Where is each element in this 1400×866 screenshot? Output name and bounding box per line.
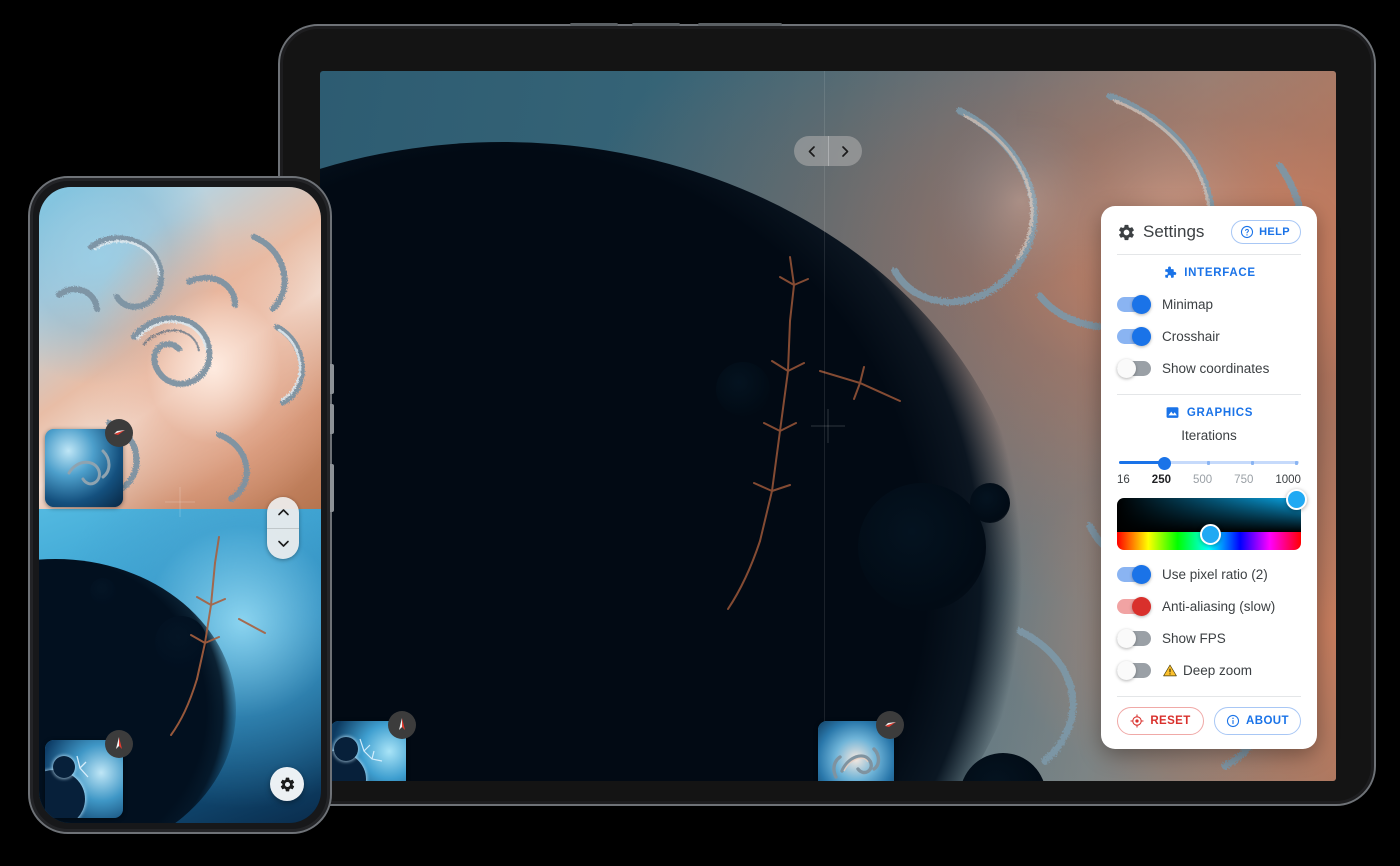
minimap-compass-badge — [105, 419, 133, 447]
tablet-top-button-2[interactable] — [632, 23, 680, 26]
toggle-minimap[interactable] — [1117, 294, 1151, 314]
phone-settings-button[interactable] — [270, 767, 304, 801]
tablet-top-button-1[interactable] — [570, 23, 618, 26]
settings-title: Settings — [1143, 222, 1205, 241]
actions-divider — [1117, 696, 1301, 697]
slider-tick-label-current: 250 — [1151, 474, 1171, 486]
reset-button[interactable]: RESET — [1117, 707, 1204, 735]
label-show-coordinates: Show coordinates — [1162, 360, 1270, 376]
setting-row-show-fps[interactable]: Show FPS — [1117, 622, 1301, 654]
gear-icon — [1119, 224, 1134, 240]
help-label: HELP — [1259, 226, 1290, 238]
phone-minimap-bottom[interactable] — [45, 730, 133, 818]
palette-color-picker[interactable] — [1117, 489, 1307, 550]
compass-needle-icon — [885, 722, 896, 727]
minimap-compass-badge — [876, 711, 904, 739]
slider-scale: 16 250 500 750 1000 — [1117, 474, 1301, 486]
target-icon — [1130, 714, 1144, 728]
setting-row-show-coordinates[interactable]: Show coordinates — [1117, 352, 1301, 384]
label-use-pixel-ratio: Use pixel ratio (2) — [1162, 566, 1268, 582]
phone-minimap-top[interactable] — [45, 419, 133, 507]
chevron-left-icon — [808, 145, 815, 157]
screenshot-root: Settings HELP INTERFACE Minimap Crosshai… — [0, 0, 1400, 866]
setting-row-use-pixel-ratio[interactable]: Use pixel ratio (2) — [1117, 558, 1301, 590]
slider-tick-label-min: 16 — [1117, 474, 1130, 486]
about-label: ABOUT — [1246, 715, 1289, 727]
palette-hue-handle[interactable] — [1199, 524, 1221, 545]
toggle-show-coordinates[interactable] — [1117, 358, 1151, 378]
interface-graphics-divider — [1117, 394, 1301, 395]
toggle-use-pixel-ratio[interactable] — [1117, 564, 1151, 584]
slider-thumb[interactable] — [1157, 456, 1171, 470]
toggle-show-fps[interactable] — [1117, 628, 1151, 648]
info-circle-icon — [1226, 714, 1240, 728]
toggle-deep-zoom[interactable] — [1117, 660, 1151, 680]
minimap-compass-badge — [388, 711, 416, 739]
label-deep-zoom: Deep zoom — [1183, 662, 1253, 678]
section-label-interface: INTERFACE — [1184, 266, 1256, 279]
tablet-top-button-3[interactable] — [698, 23, 782, 26]
about-button[interactable]: ABOUT — [1214, 707, 1301, 735]
tablet-navigation-pill — [794, 136, 862, 166]
slider-label-iterations: Iterations — [1181, 428, 1237, 443]
gear-icon — [280, 777, 294, 791]
iterations-slider[interactable] — [1119, 455, 1299, 471]
label-minimap: Minimap — [1162, 296, 1214, 312]
label-crosshair: Crosshair — [1162, 328, 1220, 344]
setting-row-anti-aliasing[interactable]: Anti-aliasing (slow) — [1117, 590, 1301, 622]
tablet-next-button[interactable] — [828, 136, 862, 166]
label-anti-aliasing: Anti-aliasing (slow) — [1162, 598, 1276, 614]
settings-panel: Settings HELP INTERFACE Minimap Crosshai… — [1101, 206, 1317, 749]
phone-device — [28, 176, 334, 834]
tablet-prev-button[interactable] — [794, 136, 828, 166]
settings-actions: RESET ABOUT — [1117, 707, 1301, 735]
label-show-fps: Show FPS — [1162, 630, 1226, 646]
chevron-down-icon — [277, 540, 289, 548]
minimap-compass-badge — [105, 730, 133, 758]
toggle-anti-aliasing[interactable] — [1117, 596, 1151, 616]
phone-power-button[interactable] — [330, 464, 334, 512]
phone-pan-controls — [267, 497, 299, 559]
setting-row-deep-zoom[interactable]: Deep zoom — [1117, 654, 1301, 686]
setting-row-minimap[interactable]: Minimap — [1117, 288, 1301, 320]
slider-tick-label-500: 500 — [1192, 474, 1213, 486]
compass-needle-icon — [114, 430, 125, 435]
phone-volume-down-button[interactable] — [330, 404, 334, 434]
tablet-minimap-right[interactable] — [818, 711, 904, 781]
section-header-interface: INTERFACE — [1117, 265, 1301, 280]
image-icon — [1166, 407, 1179, 418]
section-label-graphics: GRAPHICS — [1186, 406, 1254, 419]
chevron-right-icon — [842, 145, 849, 157]
warning-triangle-icon — [1163, 664, 1177, 676]
slider-tick-label-max: 1000 — [1275, 474, 1301, 486]
slider-tick-1000 — [1295, 460, 1299, 465]
question-circle-icon — [1240, 225, 1254, 239]
settings-header: Settings HELP — [1117, 220, 1301, 254]
setting-row-crosshair[interactable]: Crosshair — [1117, 320, 1301, 352]
reset-label: RESET — [1150, 715, 1191, 727]
header-divider — [1117, 254, 1301, 255]
phone-pan-down-button[interactable] — [267, 527, 299, 560]
palette-sv-handle[interactable] — [1286, 489, 1307, 510]
help-button[interactable]: HELP — [1231, 220, 1301, 244]
compass-needle-icon — [399, 718, 405, 730]
tablet-minimap-left[interactable] — [330, 711, 416, 781]
chevron-up-icon — [277, 508, 289, 516]
compass-needle-icon — [116, 737, 122, 749]
phone-screen[interactable] — [39, 187, 321, 823]
phone-pan-up-button[interactable] — [267, 497, 299, 528]
slider-fill — [1119, 461, 1163, 464]
slider-tick-label-750: 750 — [1234, 474, 1254, 486]
slider-tick-750 — [1251, 460, 1255, 465]
section-header-graphics: GRAPHICS — [1117, 405, 1301, 420]
slider-tick-500 — [1207, 460, 1211, 465]
puzzle-piece-icon — [1165, 266, 1177, 278]
toggle-crosshair[interactable] — [1117, 326, 1151, 346]
phone-volume-up-button[interactable] — [330, 364, 334, 394]
